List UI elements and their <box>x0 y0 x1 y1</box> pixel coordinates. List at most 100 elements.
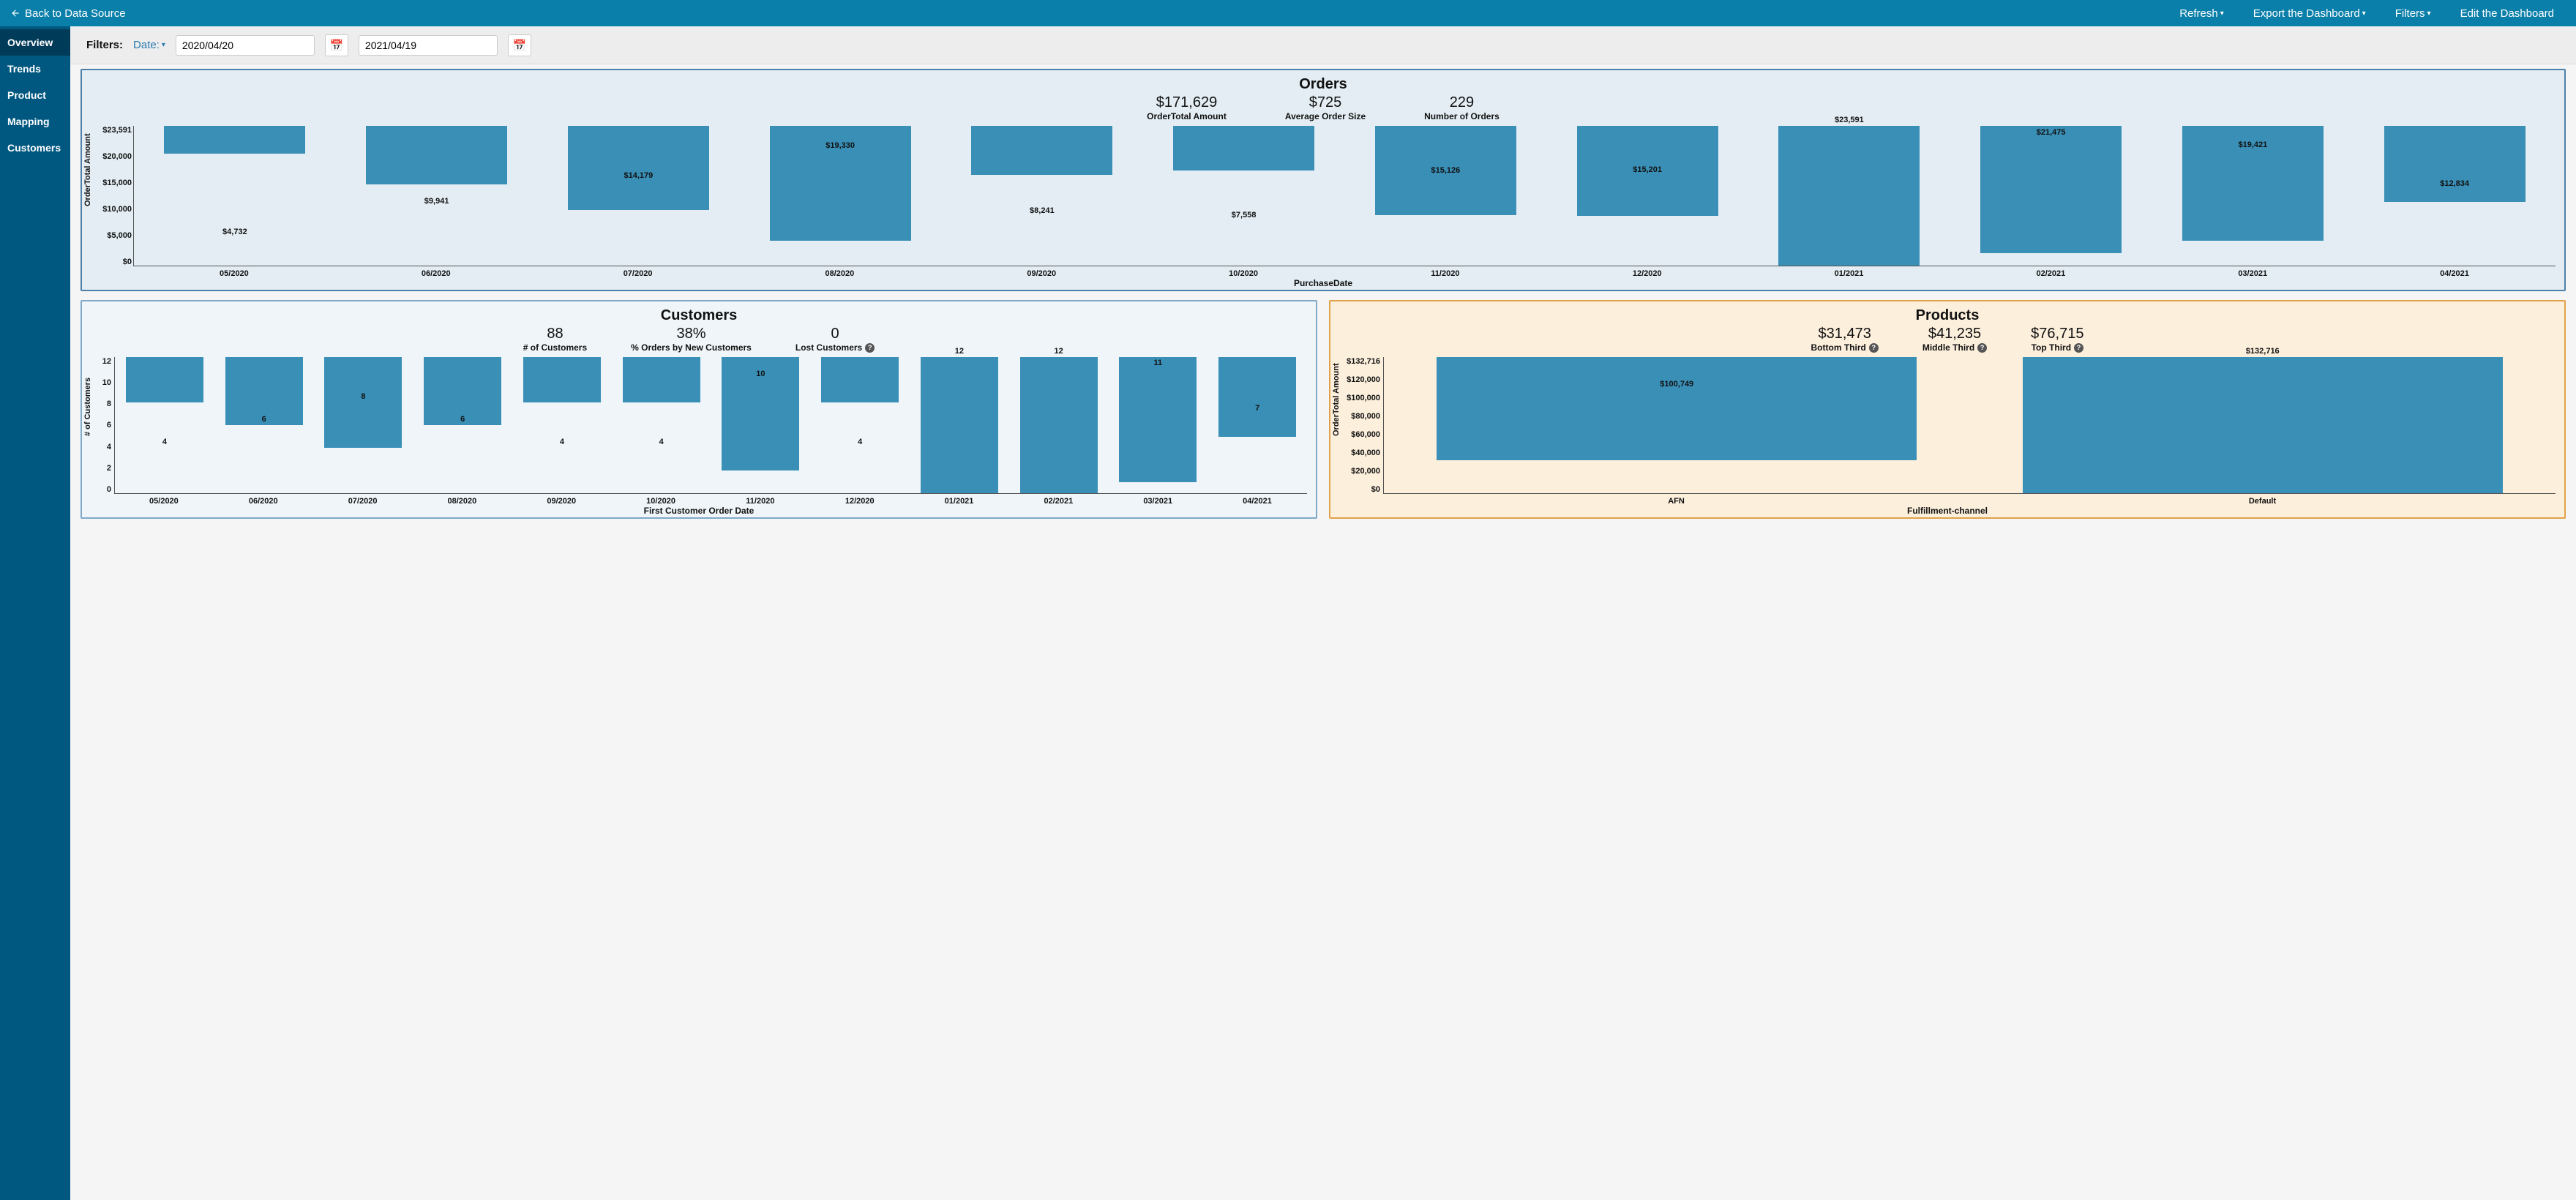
sidebar-item-overview[interactable]: Overview <box>0 29 70 56</box>
kpi-label: Number of Orders <box>1424 111 1499 121</box>
help-icon[interactable]: ? <box>1869 343 1879 353</box>
bar-slot: 12 <box>1009 357 1109 493</box>
bar[interactable] <box>126 357 203 402</box>
x-tick: 05/2020 <box>133 269 335 278</box>
x-tick: 01/2021 <box>910 497 1009 506</box>
bar-slot: $7,558 <box>1143 126 1345 266</box>
bar-slot: $15,201 <box>1546 126 1748 266</box>
bar[interactable] <box>1980 126 2122 253</box>
bar[interactable] <box>1020 357 1098 493</box>
kpi: $31,473Bottom Third? <box>1811 326 1879 353</box>
x-tick: 04/2021 <box>2354 269 2556 278</box>
bar[interactable] <box>1119 357 1197 482</box>
customers-kpis: 88# of Customers38%% Orders by New Custo… <box>88 326 1310 353</box>
panel-title: Products <box>1336 307 2558 324</box>
back-to-source-link[interactable]: Back to Data Source <box>0 7 136 20</box>
y-tick: 8 <box>94 400 111 408</box>
menu-filters[interactable]: Filters▾ <box>2395 7 2431 20</box>
date-from-input[interactable] <box>176 35 315 56</box>
main: Filters: Date:▾ 📅 📅 Orders $171,629Order… <box>70 26 2576 1200</box>
bar[interactable] <box>1173 126 1314 170</box>
kpi-label: # of Customers <box>523 342 587 353</box>
bar-value-label: 12 <box>955 347 964 356</box>
help-icon[interactable]: ? <box>865 343 875 353</box>
x-tick: 10/2020 <box>611 497 711 506</box>
bar-value-label: $100,749 <box>1660 380 1693 389</box>
bar[interactable] <box>523 357 601 402</box>
bar[interactable] <box>2384 126 2526 202</box>
bar[interactable] <box>366 126 507 184</box>
x-tick: 06/2020 <box>335 269 537 278</box>
calendar-icon: 📅 <box>330 39 344 52</box>
y-ticks: 121086420 <box>94 357 111 494</box>
sidebar-item-trends[interactable]: Trends <box>0 56 70 82</box>
bar-slot: 6 <box>214 357 314 493</box>
bar-value-label: $19,330 <box>825 141 855 150</box>
kpi-label: Middle Third? <box>1922 342 1987 353</box>
kpi: 38%% Orders by New Customers <box>631 326 752 353</box>
bar-slot: 4 <box>612 357 711 493</box>
bar[interactable] <box>1778 126 1920 266</box>
x-tick: 04/2021 <box>1208 497 1307 506</box>
sidebar-item-product[interactable]: Product <box>0 82 70 108</box>
bar[interactable] <box>2023 357 2503 493</box>
kpi: $171,629OrderTotal Amount <box>1147 94 1227 121</box>
bar-value-label: $4,732 <box>222 228 247 236</box>
kpi-value: $171,629 <box>1147 94 1227 111</box>
menu-refresh[interactable]: Refresh▾ <box>2179 7 2224 20</box>
bar-value-label: 4 <box>162 438 167 446</box>
kpi: $76,715Top Third? <box>2031 326 2083 353</box>
kpi-value: $76,715 <box>2031 326 2083 342</box>
bar[interactable] <box>1218 357 1296 437</box>
y-tick: $60,000 <box>1339 430 1380 439</box>
bar[interactable] <box>1437 357 1917 460</box>
x-ticks: 05/202006/202007/202008/202009/202010/20… <box>114 497 1307 506</box>
bar-slot: $21,475 <box>1950 126 2152 266</box>
customers-chart: # of Customers 121086420 468644104121211… <box>88 357 1310 514</box>
date-dropdown[interactable]: Date:▾ <box>133 39 165 51</box>
panel-title: Customers <box>88 307 1310 324</box>
bar[interactable] <box>921 357 998 493</box>
bar[interactable] <box>164 126 305 154</box>
sidebar-item-mapping[interactable]: Mapping <box>0 108 70 135</box>
menu-export[interactable]: Export the Dashboard▾ <box>2253 7 2366 20</box>
products-chart: OrderTotal Amount $132,716$120,000$100,0… <box>1336 357 2558 514</box>
bar-value-label: 4 <box>858 438 862 446</box>
calendar-from-button[interactable]: 📅 <box>325 34 348 56</box>
x-tick: 09/2020 <box>512 497 611 506</box>
kpi-label: % Orders by New Customers <box>631 342 752 353</box>
bar-slot: 4 <box>115 357 214 493</box>
y-tick: $100,000 <box>1339 394 1380 402</box>
bar-value-label: 4 <box>659 438 664 446</box>
bar-slot: $9,941 <box>336 126 538 266</box>
x-tick: 09/2020 <box>940 269 1142 278</box>
kpi-label: Top Third? <box>2031 342 2083 353</box>
y-tick: 12 <box>94 357 111 366</box>
kpi-value: 0 <box>795 326 875 342</box>
help-icon[interactable]: ? <box>2074 343 2083 353</box>
bar-slot: $132,716 <box>1970 357 2556 493</box>
bar-slot: $23,591 <box>1748 126 1950 266</box>
help-icon[interactable]: ? <box>1977 343 1987 353</box>
bar[interactable] <box>623 357 700 402</box>
calendar-icon: 📅 <box>513 39 527 52</box>
plot-area: $4,732$9,941$14,179$19,330$8,241$7,558$1… <box>133 126 2556 266</box>
menu-edit[interactable]: Edit the Dashboard <box>2460 7 2554 20</box>
bar[interactable] <box>568 126 709 210</box>
bar-slot: 10 <box>711 357 811 493</box>
bar-value-label: 11 <box>1154 359 1163 367</box>
x-tick: 11/2020 <box>1344 269 1546 278</box>
caret-down-icon: ▾ <box>2427 10 2431 18</box>
bar[interactable] <box>821 357 899 402</box>
kpi-label: OrderTotal Amount <box>1147 111 1227 121</box>
x-tick: 06/2020 <box>214 497 313 506</box>
plot-area: 4686441041212117 <box>114 357 1307 494</box>
bar-slot: $4,732 <box>134 126 336 266</box>
bar[interactable] <box>971 126 1112 175</box>
bar[interactable] <box>324 357 402 448</box>
calendar-to-button[interactable]: 📅 <box>508 34 531 56</box>
date-to-input[interactable] <box>359 35 498 56</box>
sidebar-item-customers[interactable]: Customers <box>0 135 70 161</box>
bar-slot: 4 <box>512 357 612 493</box>
x-tick: 01/2021 <box>1748 269 1950 278</box>
